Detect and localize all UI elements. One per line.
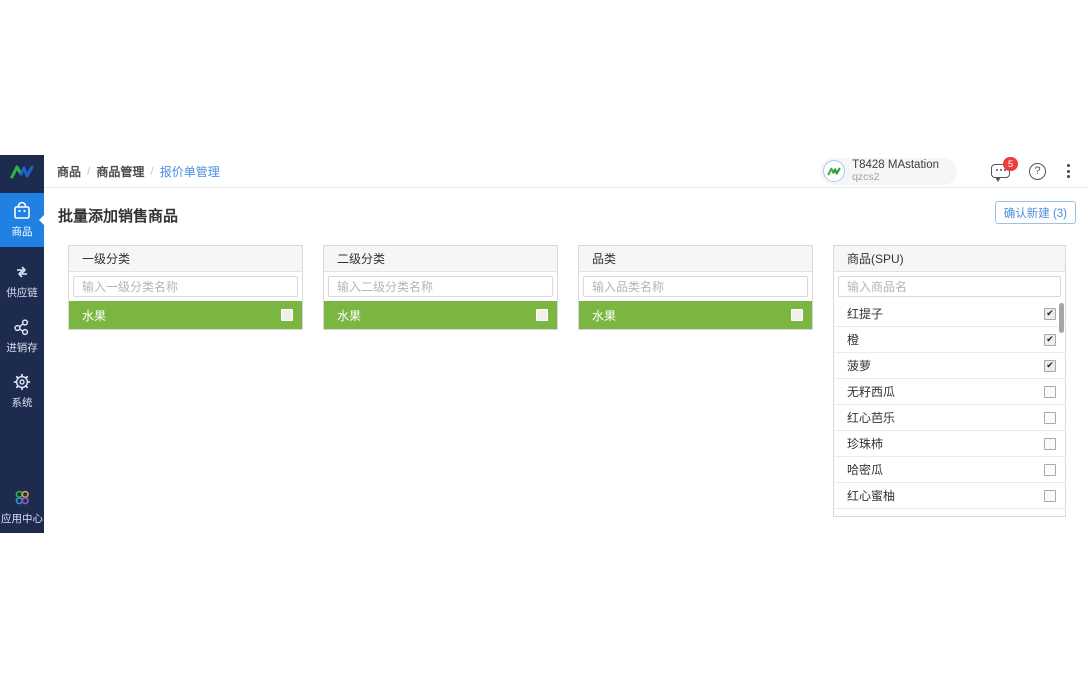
spu-row[interactable]: 红提子 (834, 301, 1065, 327)
scrollbar-thumb[interactable] (1059, 303, 1064, 333)
app-window: 商品 供应链 (0, 155, 1088, 533)
spu-list: 红提子 橙 菠萝 无籽西瓜 红心芭乐 珍珠柿 哈密瓜 红心蜜柚 (834, 301, 1065, 516)
sidebar-item-label: 进销存 (6, 340, 38, 355)
panel-spu: 商品(SPU) 红提子 橙 菠萝 无籽西瓜 红心芭乐 珍珠柿 哈密瓜 (833, 245, 1066, 517)
row-checkbox[interactable] (281, 309, 293, 321)
spu-row[interactable]: 橙 (834, 327, 1065, 353)
panel-category-type: 品类 水果 (578, 245, 813, 330)
user-subname: qzcs2 (852, 172, 939, 183)
sidebar-item-products[interactable]: 商品 (0, 193, 44, 247)
spu-checkbox[interactable] (1044, 490, 1056, 502)
sidebar-item-label: 系统 (12, 395, 33, 410)
spu-item-label: 红心芭乐 (847, 409, 1044, 426)
category1-search-input[interactable] (73, 276, 298, 297)
sidebar-item-label: 供应链 (6, 285, 38, 300)
sidebar-item-app-center[interactable]: 应用中心 (0, 485, 44, 529)
notification-badge: 5 (1003, 157, 1018, 171)
spu-search-input[interactable] (838, 276, 1061, 297)
sidebar-item-supply-chain[interactable]: 供应链 (0, 258, 44, 304)
row-label: 水果 (82, 307, 281, 324)
spu-row-partial (834, 509, 1065, 516)
row-checkbox[interactable] (536, 309, 548, 321)
brand-logo-icon[interactable] (0, 155, 44, 189)
category-type-search-input[interactable] (583, 276, 808, 297)
spu-item-label: 无籽西瓜 (847, 383, 1044, 400)
spu-checkbox[interactable] (1044, 464, 1056, 476)
page-title: 批量添加销售商品 (58, 205, 178, 226)
spu-item-label: 菠萝 (847, 357, 1044, 374)
row-label: 水果 (337, 307, 536, 324)
category2-search-input[interactable] (328, 276, 553, 297)
more-options-icon[interactable] (1065, 162, 1072, 180)
sidebar: 商品 供应链 (0, 155, 44, 533)
spu-row[interactable]: 珍珠柿 (834, 431, 1065, 457)
confirm-create-button[interactable]: 确认新建 (3) (995, 201, 1076, 224)
spu-item-label: 珍珠柿 (847, 435, 1044, 452)
spu-item-label: 哈密瓜 (847, 461, 1044, 478)
spu-row[interactable]: 菠萝 (834, 353, 1065, 379)
category-type-selected-row[interactable]: 水果 (579, 301, 812, 329)
row-checkbox[interactable] (791, 309, 803, 321)
spu-checkbox[interactable] (1044, 386, 1056, 398)
spu-item-label: 橙 (847, 331, 1044, 348)
spu-checkbox[interactable] (1044, 334, 1056, 346)
spu-checkbox[interactable] (1044, 308, 1056, 320)
row-label: 水果 (592, 307, 791, 324)
breadcrumb-separator: / (150, 164, 153, 178)
breadcrumb-item-current: 报价单管理 (160, 163, 220, 180)
avatar (823, 160, 845, 182)
panel-title: 商品(SPU) (834, 246, 1065, 272)
sidebar-item-label: 商品 (12, 224, 33, 239)
breadcrumb-separator: / (87, 164, 90, 178)
spu-row[interactable]: 红心蜜柚 (834, 483, 1065, 509)
spu-checkbox[interactable] (1044, 412, 1056, 424)
spu-checkbox[interactable] (1044, 438, 1056, 450)
spu-row[interactable]: 哈密瓜 (834, 457, 1065, 483)
spu-row[interactable]: 红心芭乐 (834, 405, 1065, 431)
sidebar-item-inventory[interactable]: 进销存 (0, 313, 44, 359)
spu-item-label: 红心蜜柚 (847, 487, 1044, 504)
panel-category-level1: 一级分类 水果 (68, 245, 303, 330)
spu-item-label: 红提子 (847, 305, 1044, 322)
user-account-menu[interactable]: T8428 MAstation qzcs2 (820, 158, 957, 185)
help-icon[interactable]: ? (1029, 163, 1046, 180)
panel-title: 一级分类 (69, 246, 302, 272)
spu-row[interactable]: 无籽西瓜 (834, 379, 1065, 405)
apps-icon (12, 488, 32, 508)
sidebar-item-system[interactable]: 系统 (0, 368, 44, 414)
active-notch (39, 215, 44, 225)
share-nodes-icon (12, 317, 32, 337)
shopping-bag-icon (12, 201, 32, 221)
topbar: 商品 / 商品管理 / 报价单管理 T8428 MAstation qzcs2 (44, 155, 1088, 188)
breadcrumb-item[interactable]: 商品 (57, 163, 81, 180)
notifications-button[interactable]: 5 (991, 164, 1010, 178)
panel-title: 二级分类 (324, 246, 557, 272)
panel-title: 品类 (579, 246, 812, 272)
user-name: T8428 MAstation (852, 159, 939, 171)
exchange-arrows-icon (12, 262, 32, 282)
category1-selected-row[interactable]: 水果 (69, 301, 302, 329)
gear-icon (12, 372, 32, 392)
panel-category-level2: 二级分类 水果 (323, 245, 558, 330)
spu-checkbox[interactable] (1044, 360, 1056, 372)
sidebar-item-label: 应用中心 (1, 511, 43, 526)
category2-selected-row[interactable]: 水果 (324, 301, 557, 329)
main-content: 批量添加销售商品 确认新建 (3) 一级分类 水果 二级分类 水果 (44, 188, 1088, 533)
breadcrumb: 商品 / 商品管理 / 报价单管理 (57, 163, 220, 180)
breadcrumb-item[interactable]: 商品管理 (96, 163, 144, 180)
